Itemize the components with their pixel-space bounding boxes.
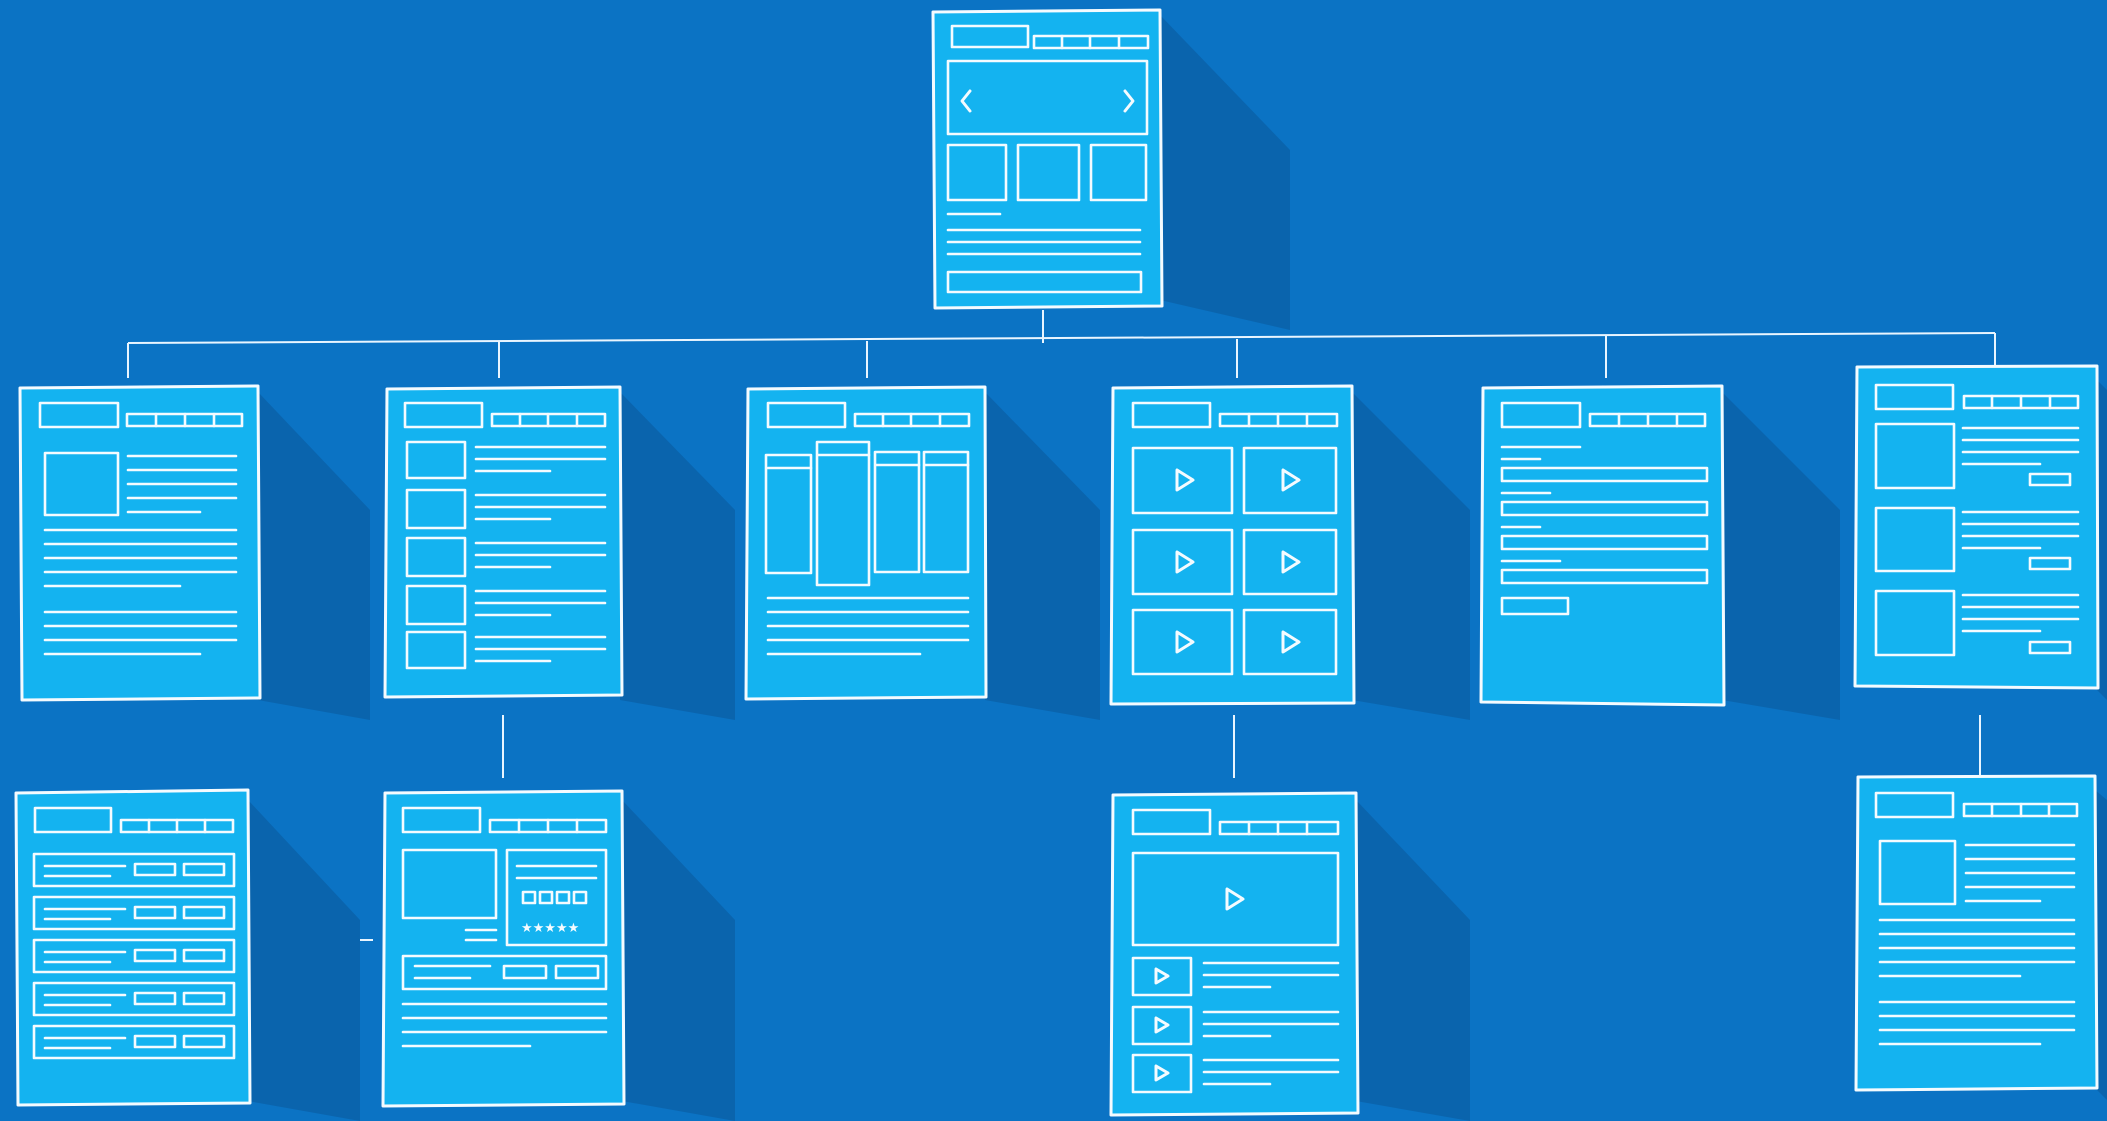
page-video-grid <box>1109 384 1470 720</box>
page-product: ★★★★★ <box>381 789 735 1121</box>
page-feature-list <box>1853 364 2107 700</box>
page-detail-article <box>1854 774 2107 1100</box>
sitemap-diagram: ★★★★★ <box>14 8 2107 1121</box>
page-video-detail <box>1109 791 1470 1121</box>
page-list <box>383 385 735 720</box>
page-article <box>18 384 370 720</box>
page-home <box>931 8 1290 330</box>
page-table <box>14 788 360 1121</box>
page-form <box>1479 384 1840 720</box>
page-columns <box>744 385 1100 720</box>
rating-stars: ★★★★★ <box>521 921 579 936</box>
